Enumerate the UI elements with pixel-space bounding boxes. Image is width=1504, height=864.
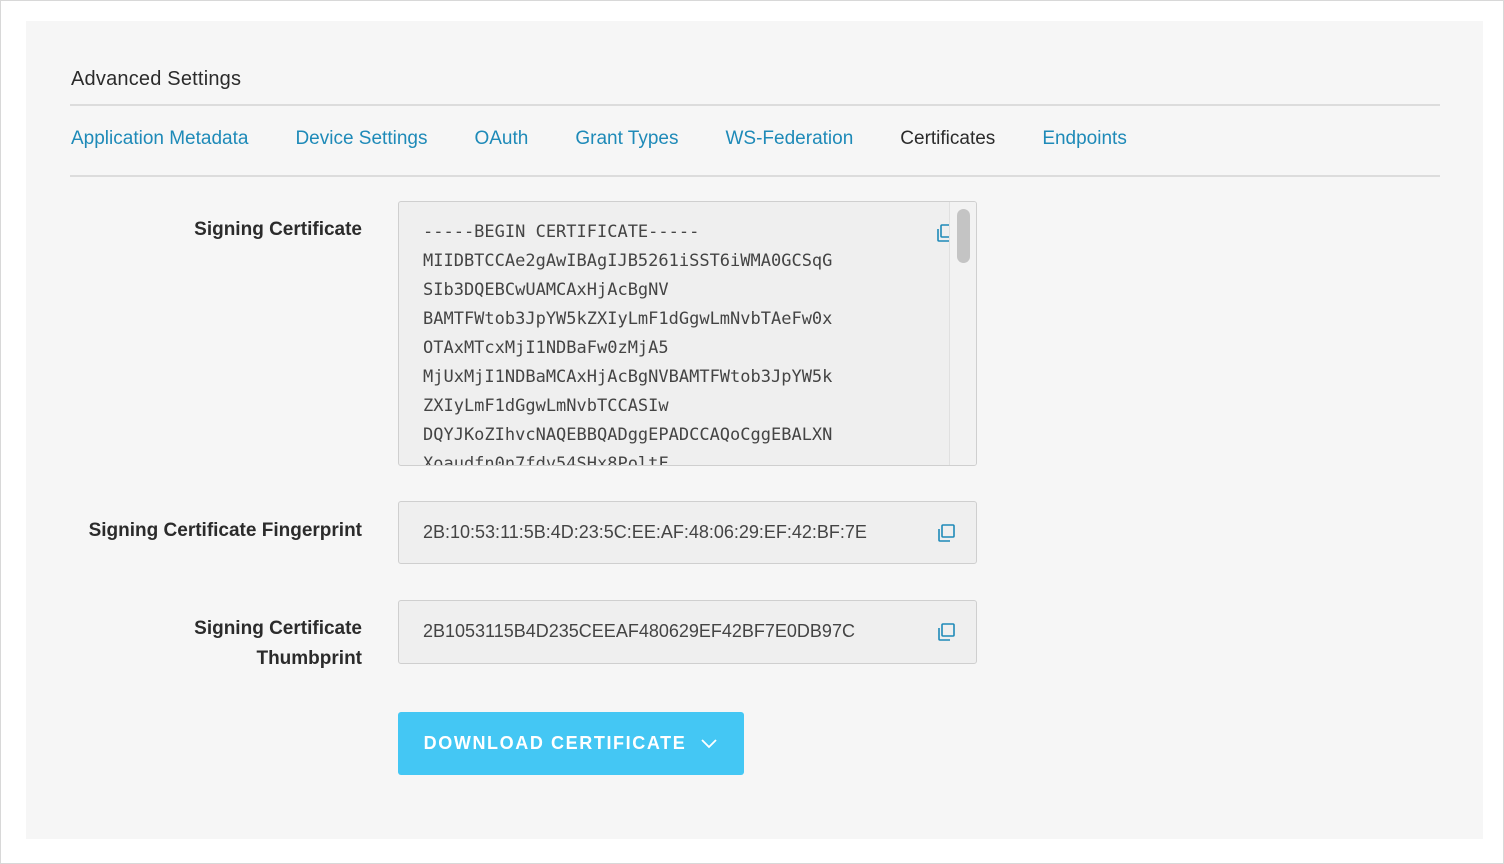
copy-icon[interactable]	[936, 622, 956, 642]
window-frame: Advanced Settings Application Metadata D…	[0, 0, 1504, 864]
thumbprint-label-line2: Thumbprint	[256, 648, 362, 669]
thumbprint-value: 2B1053115B4D235CEEAF480629EF42BF7E0DB97C	[423, 621, 855, 641]
title-divider	[70, 104, 1440, 106]
tab-certificates[interactable]: Certificates	[900, 125, 996, 177]
tab-device-settings[interactable]: Device Settings	[295, 125, 427, 177]
tab-grant-types[interactable]: Grant Types	[575, 125, 678, 177]
copy-icon[interactable]	[936, 523, 956, 543]
signing-certificate-value: -----BEGIN CERTIFICATE----- MIIDBTCCAe2g…	[423, 222, 833, 466]
tabs-divider	[70, 175, 1440, 177]
fingerprint-label: Signing Certificate Fingerprint	[88, 520, 362, 541]
thumbprint-label-line1: Signing Certificate	[194, 618, 362, 639]
certificate-scrollbar[interactable]	[949, 202, 976, 465]
chevron-down-icon	[700, 733, 718, 754]
download-certificate-button[interactable]: DOWNLOAD CERTIFICATE	[398, 712, 744, 775]
tab-endpoints[interactable]: Endpoints	[1042, 125, 1127, 177]
thumbprint-label: Signing Certificate Thumbprint	[32, 614, 362, 674]
download-certificate-label: DOWNLOAD CERTIFICATE	[423, 733, 687, 753]
certificate-scrollbar-thumb[interactable]	[957, 209, 970, 263]
signing-certificate-textarea[interactable]: -----BEGIN CERTIFICATE----- MIIDBTCCAe2g…	[398, 201, 977, 466]
section-title: Advanced Settings	[71, 68, 242, 90]
settings-tabs: Application Metadata Device Settings OAu…	[71, 125, 1174, 177]
fingerprint-field[interactable]: 2B:10:53:11:5B:4D:23:5C:EE:AF:48:06:29:E…	[398, 501, 977, 564]
tab-oauth[interactable]: OAuth	[474, 125, 528, 177]
thumbprint-field[interactable]: 2B1053115B4D235CEEAF480629EF42BF7E0DB97C	[398, 600, 977, 664]
tab-ws-federation[interactable]: WS-Federation	[726, 125, 854, 177]
advanced-settings-panel: Advanced Settings Application Metadata D…	[26, 21, 1483, 839]
signing-certificate-label: Signing Certificate	[194, 219, 362, 240]
fingerprint-value: 2B:10:53:11:5B:4D:23:5C:EE:AF:48:06:29:E…	[423, 522, 867, 542]
tab-application-metadata[interactable]: Application Metadata	[71, 125, 248, 177]
